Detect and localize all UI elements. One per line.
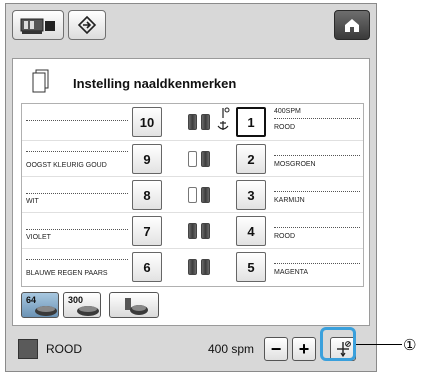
- mode-button-64[interactable]: 64: [21, 292, 59, 318]
- right-color-text: ROOD: [274, 233, 295, 240]
- needle-list: 10 1 400spm ROOD OOGST KLEURIG GOUD 9 2 MOSGROE…: [21, 103, 364, 287]
- needle-settings-panel: Instelling naaldkenmerken 10 1 400spm ROOD O…: [12, 58, 370, 326]
- color-swatch: [18, 339, 38, 359]
- spool-icon: [201, 151, 210, 167]
- left-thread-label: BLAUWE REGEN PAARS: [26, 270, 108, 277]
- speed-plus-button[interactable]: +: [292, 337, 316, 361]
- spool-icon: [201, 223, 210, 239]
- right-color-text: MOSGROEN: [274, 161, 316, 168]
- spool-swap-button[interactable]: [109, 292, 159, 318]
- bottom-bar: ROOD 400 spm − +: [12, 332, 370, 366]
- label-divider: [274, 263, 360, 264]
- right-speed-text: 400spm: [274, 108, 301, 115]
- spool-icon: [188, 151, 197, 167]
- spool-icon: [188, 259, 197, 275]
- left-thread-label: WIT: [26, 198, 39, 205]
- spool-icon: [201, 114, 210, 130]
- needle-button-4[interactable]: 4: [236, 216, 266, 246]
- speed-value: 400 spm: [208, 342, 255, 356]
- needle-button-6[interactable]: 6: [132, 252, 162, 282]
- needle-row: 10 1 400spm ROOD: [22, 104, 363, 140]
- page-title: Instelling naaldkenmerken: [73, 76, 237, 91]
- needle-button-8[interactable]: 8: [132, 180, 162, 210]
- label-divider: [26, 229, 128, 230]
- needle-button-2[interactable]: 2: [236, 144, 266, 174]
- spool-stack-icon: [77, 306, 99, 316]
- spool-icon: [201, 187, 210, 203]
- spool-swap-icon: [125, 298, 148, 315]
- document-icon: [32, 69, 49, 93]
- diamond-arrow-button[interactable]: [68, 10, 106, 40]
- left-thread-label: OOGST KLEURIG GOUD: [26, 162, 107, 169]
- spool-icon: [188, 114, 197, 130]
- right-color-text: ROOD: [274, 124, 295, 131]
- anchor-icon: [217, 107, 230, 130]
- mode-button-300[interactable]: 300: [63, 292, 101, 318]
- spool-icon: [188, 187, 197, 203]
- screen: Instelling naaldkenmerken 10 1 400spm ROOD O…: [5, 3, 377, 372]
- needle-button-3[interactable]: 3: [236, 180, 266, 210]
- speed-minus-button[interactable]: −: [264, 337, 288, 361]
- current-color-name: ROOD: [46, 342, 82, 356]
- needle-button-7[interactable]: 7: [132, 216, 162, 246]
- callout-number: ①: [403, 337, 417, 354]
- diamond-arrow-icon: [77, 15, 97, 35]
- left-thread-label: VIOLET: [26, 234, 51, 241]
- needle-button-9[interactable]: 9: [132, 144, 162, 174]
- right-color-text: KARMIJN: [274, 197, 305, 204]
- home-icon: [345, 19, 359, 32]
- spool-icon: [201, 259, 210, 275]
- needle-row: VIOLET 7 4 ROOD: [22, 212, 363, 248]
- needle-button-5[interactable]: 5: [236, 252, 266, 282]
- machine-icon: [20, 18, 55, 34]
- needle-row: BLAUWE REGEN PAARS 6 5 MAGENTA: [22, 248, 363, 284]
- highlight-frame: [320, 327, 356, 361]
- needle-button-10[interactable]: 10: [132, 107, 162, 137]
- needle-row: WIT 8 3 KARMIJN: [22, 176, 363, 212]
- machine-view-button[interactable]: [12, 10, 64, 40]
- left-thread-label: [26, 105, 128, 137]
- label-divider: [274, 191, 360, 192]
- spool-stack-icon: [35, 306, 57, 316]
- needle-row: OOGST KLEURIG GOUD 9 2 MOSGROEN: [22, 140, 363, 176]
- callout-line: [356, 344, 402, 345]
- label-divider: [26, 259, 128, 260]
- right-color-text: MAGENTA: [274, 269, 309, 276]
- label-divider: [26, 151, 128, 152]
- label-divider: [26, 193, 128, 194]
- label-divider: [274, 227, 360, 228]
- spool-icon: [188, 223, 197, 239]
- home-button[interactable]: [334, 10, 370, 40]
- label-divider: [274, 118, 360, 119]
- needle-button-1[interactable]: 1: [236, 107, 266, 137]
- label-divider: [26, 120, 128, 121]
- label-divider: [274, 155, 360, 156]
